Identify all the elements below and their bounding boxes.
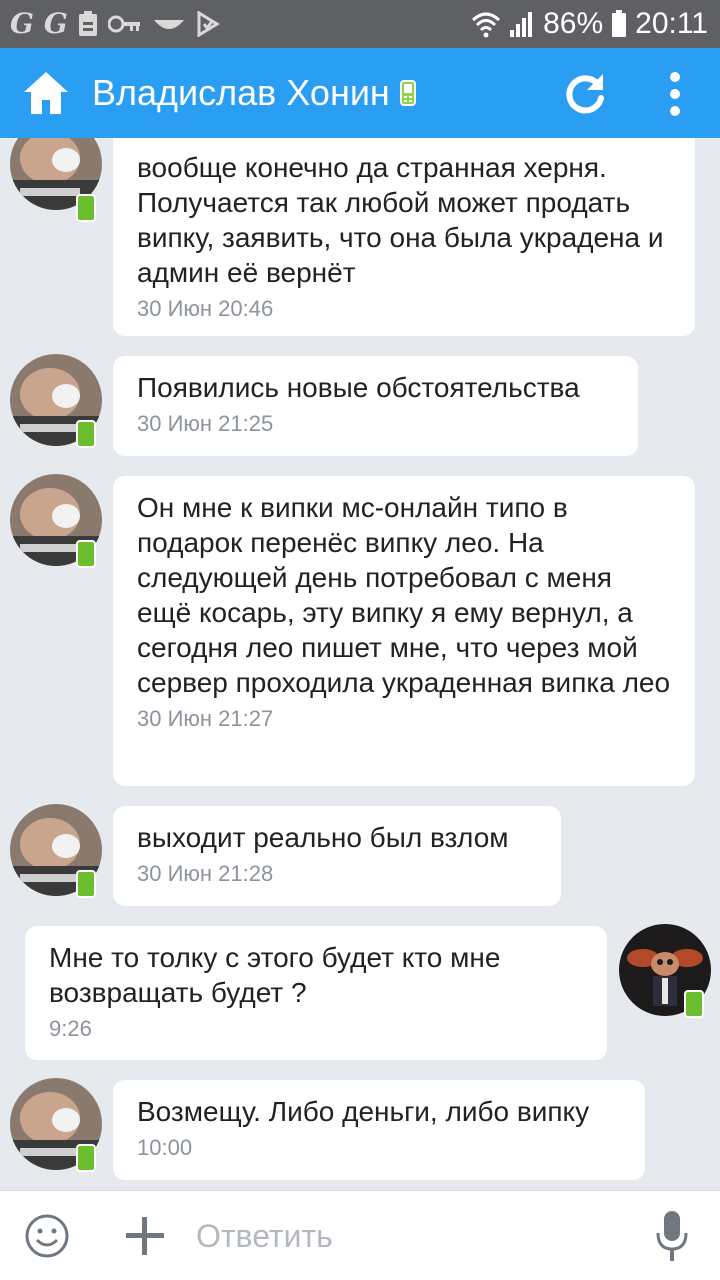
- message-time: 30 Июн 21:28: [137, 861, 274, 886]
- message-time: 9:26: [49, 1016, 92, 1041]
- battery-percent: 86%: [543, 7, 604, 40]
- message-bubble[interactable]: выходит реально был взлом 30 Июн 21:28: [113, 806, 561, 906]
- incoming-message: вообще конечно да странная херня. Получа…: [0, 138, 720, 338]
- clipboard-icon: [78, 11, 97, 36]
- incoming-message: Появились новые обстоятельства 30 Июн 21…: [0, 354, 720, 458]
- signal-icon: [510, 12, 533, 37]
- notification-icons: G G: [10, 8, 220, 40]
- message-time: 10:00: [137, 1135, 193, 1160]
- status-bar: G G 86% 20:11: [0, 0, 720, 48]
- home-icon[interactable]: [22, 70, 70, 116]
- mobile-online-icon: [76, 420, 96, 448]
- message-list[interactable]: вообще конечно да странная херня. Получа…: [0, 138, 720, 1190]
- g-notification-icon: G: [43, 7, 68, 40]
- mobile-online-icon: [76, 194, 96, 222]
- plus-icon[interactable]: [124, 1215, 166, 1257]
- message-text: выходит реально был взлом: [137, 822, 509, 853]
- app-bar: Владислав Хонин: [0, 48, 720, 138]
- incoming-message: Возмещу. Либо деньги, либо випку 10:00: [0, 1078, 720, 1182]
- message-text: Появились новые обстоятельства: [137, 372, 580, 403]
- message-time: 30 Июн 21:25: [137, 411, 274, 436]
- message-time: 30 Июн 21:27: [137, 706, 274, 731]
- battery-icon: [612, 10, 627, 37]
- message-text: вообще конечно да странная херня. Получа…: [137, 152, 664, 288]
- check-download-icon: [197, 11, 220, 37]
- more-vert-icon[interactable]: [662, 70, 688, 118]
- mobile-online-icon: [684, 990, 704, 1018]
- incoming-message: выходит реально был взлом 30 Июн 21:28: [0, 804, 720, 908]
- message-bubble[interactable]: Он мне к випки мс-онлайн типо в подарок …: [113, 476, 695, 786]
- message-bubble[interactable]: вообще конечно да странная херня. Получа…: [113, 138, 695, 336]
- emoji-icon[interactable]: [24, 1213, 70, 1259]
- clock: 20:11: [635, 7, 708, 40]
- message-text: Возмещу. Либо деньги, либо випку: [137, 1096, 590, 1127]
- mobile-online-icon: [76, 1144, 96, 1172]
- message-text: Он мне к випки мс-онлайн типо в подарок …: [137, 492, 671, 698]
- message-bubble[interactable]: Возмещу. Либо деньги, либо випку 10:00: [113, 1080, 645, 1180]
- mic-icon[interactable]: [654, 1209, 690, 1265]
- message-bubble[interactable]: Появились новые обстоятельства 30 Июн 21…: [113, 356, 638, 456]
- message-text: Мне то толку с этого будет кто мне возвр…: [49, 942, 501, 1008]
- message-time: 30 Июн 20:46: [137, 296, 274, 321]
- outgoing-message: Мне то толку с этого будет кто мне возвр…: [0, 924, 720, 1064]
- message-bubble[interactable]: Мне то толку с этого будет кто мне возвр…: [25, 926, 607, 1060]
- reply-input[interactable]: [196, 1211, 616, 1261]
- contact-name: Владислав Хонин: [92, 72, 390, 113]
- bowl-icon: [153, 20, 184, 29]
- refresh-icon[interactable]: [563, 72, 607, 116]
- conversation-title[interactable]: Владислав Хонин: [92, 70, 416, 116]
- mobile-online-icon: [76, 870, 96, 898]
- mobile-online-icon: [399, 80, 416, 106]
- g-notification-icon: G: [10, 7, 34, 40]
- mobile-online-icon: [76, 540, 96, 568]
- system-indicators: 86% 20:11: [471, 6, 708, 42]
- wifi-icon: [472, 12, 501, 38]
- incoming-message: Он мне к випки мс-онлайн типо в подарок …: [0, 474, 720, 788]
- composer: [0, 1190, 720, 1280]
- key-icon: [107, 15, 140, 33]
